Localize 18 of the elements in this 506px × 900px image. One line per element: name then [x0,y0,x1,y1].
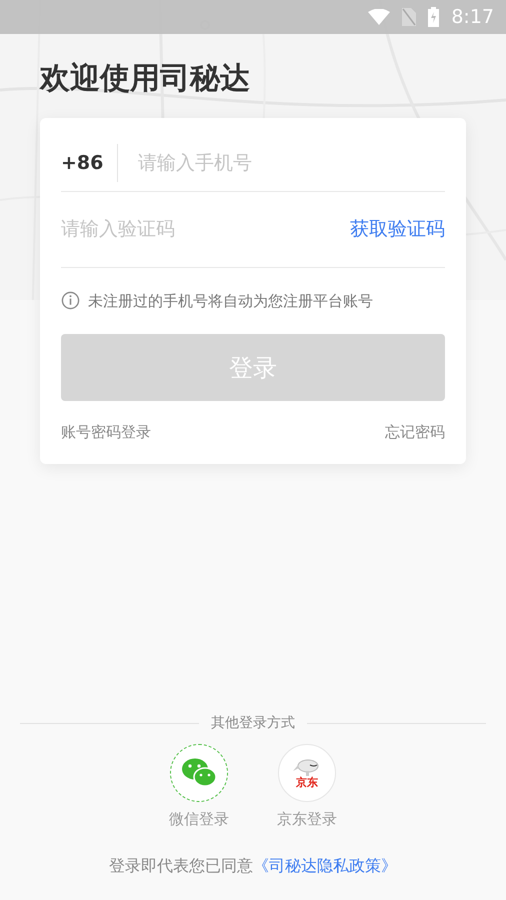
battery-charging-icon [428,7,440,27]
country-code[interactable]: +86 [61,148,117,178]
get-code-link[interactable]: 获取验证码 [350,214,445,244]
chat-bubbles-icon [180,756,218,788]
logo-text: 京东 [296,777,318,788]
no-sim-icon [402,8,416,26]
other-login-heading: 其他登录方式 [210,714,296,732]
privacy-policy-link[interactable]: 《司秘达隐私政策》 [253,854,397,878]
phone-input[interactable]: 请输入手机号 [138,148,445,178]
agreement-text: 登录即代表您已同意 [109,855,253,877]
code-input[interactable]: 请输入验证码 [61,214,350,244]
register-notice: 未注册过的手机号将自动为您注册平台账号 [88,290,373,312]
forgot-password-link[interactable]: 忘记密码 [385,421,445,444]
status-time: 8:17 [451,4,494,30]
password-login-link[interactable]: 账号密码登录 [61,421,151,444]
info-icon [61,291,80,310]
page-title: 欢迎使用司秘达 [40,60,250,98]
wifi-icon [368,9,390,25]
